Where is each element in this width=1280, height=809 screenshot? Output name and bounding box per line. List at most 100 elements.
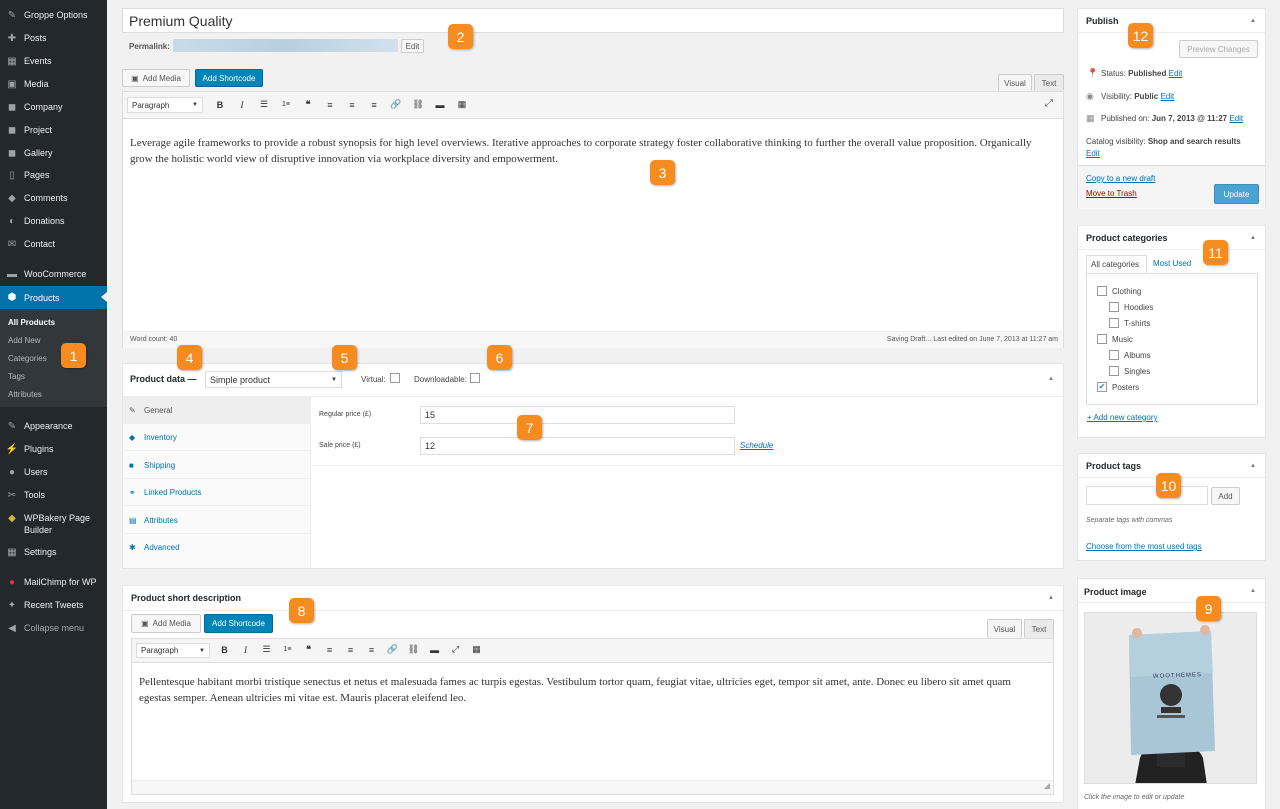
tab-text[interactable]: Text [1024, 619, 1054, 638]
bullet-list-icon[interactable]: ☰ [253, 99, 275, 110]
submenu-all-products[interactable]: All Products [8, 318, 55, 327]
add-shortcode-button[interactable]: Add Shortcode [195, 69, 263, 87]
italic-icon[interactable]: I [235, 645, 256, 655]
copy-draft-link[interactable]: Copy to a new draft [1086, 174, 1155, 183]
align-center-icon[interactable]: ≡ [340, 645, 361, 655]
menu-tools[interactable]: ✂ Tools [0, 484, 107, 506]
submenu-attributes[interactable]: Attributes [8, 390, 42, 399]
collapse-toggle-icon[interactable]: ▲ [1250, 235, 1256, 241]
menu-settings[interactable]: ▦ Settings [0, 541, 107, 563]
tab-visual[interactable]: Visual [998, 74, 1032, 91]
fullscreen-icon[interactable]: ⤢ [445, 644, 466, 655]
collapse-toggle-icon[interactable]: ▲ [1250, 18, 1256, 24]
menu-collapse[interactable]: ◀ Collapse menu [0, 617, 107, 639]
bold-icon[interactable]: B [209, 100, 231, 110]
menu-events[interactable]: ▦ Events [0, 50, 107, 72]
tab-visual[interactable]: Visual [987, 619, 1022, 638]
link-icon[interactable]: 🔗 [385, 99, 407, 110]
numbered-list-icon[interactable]: 1≡ [277, 646, 298, 653]
submenu-categories[interactable]: Categories [8, 354, 47, 363]
menu-pages[interactable]: ▯ Pages [0, 164, 107, 186]
clothing-checkbox[interactable] [1097, 286, 1107, 296]
add-media-button[interactable]: ▣ Add Media [131, 614, 201, 633]
bullet-list-icon[interactable]: ☰ [256, 644, 277, 655]
menu-contact[interactable]: ✉ Contact [0, 233, 107, 255]
music-checkbox[interactable] [1097, 334, 1107, 344]
regular-price-input[interactable]: 15 [420, 406, 735, 424]
add-shortcode-button[interactable]: Add Shortcode [204, 614, 273, 633]
toolbar-toggle-icon[interactable]: ▦ [466, 644, 487, 655]
content-text[interactable]: Leverage agile frameworks to provide a r… [130, 135, 1055, 167]
read-more-icon[interactable]: ▬ [424, 645, 445, 655]
schedule-link[interactable]: Schedule [740, 441, 773, 450]
align-left-icon[interactable]: ≡ [319, 645, 340, 655]
read-more-icon[interactable]: ▬ [429, 100, 451, 110]
albums-checkbox[interactable] [1109, 350, 1119, 360]
menu-mailchimp[interactable]: ● MailChimp for WP [0, 571, 107, 593]
tab-general[interactable]: ✎ General [123, 397, 311, 424]
menu-posts[interactable]: ✚ Posts [0, 27, 107, 49]
menu-wpbakery[interactable]: ◆ WPBakery Page Builder [0, 509, 107, 539]
move-to-trash-link[interactable]: Move to Trash [1086, 189, 1137, 198]
toolbar-toggle-icon[interactable]: ▦ [451, 99, 473, 110]
hoodies-checkbox[interactable] [1109, 302, 1119, 312]
submenu-tags[interactable]: Tags [8, 372, 25, 381]
add-new-category-link[interactable]: + Add new category [1087, 413, 1158, 422]
format-select[interactable]: Paragraph ▼ [127, 97, 203, 113]
tab-all-categories[interactable]: All categories [1086, 255, 1147, 274]
add-media-button[interactable]: ▣ Add Media [122, 69, 190, 87]
update-button[interactable]: Update [1214, 184, 1259, 204]
tab-most-used[interactable]: Most Used [1153, 259, 1191, 268]
blockquote-icon[interactable]: ❝ [298, 644, 319, 655]
collapse-toggle-icon[interactable]: ▲ [1250, 588, 1256, 594]
preview-changes-button[interactable]: Preview Changes [1179, 40, 1258, 58]
tshirts-checkbox[interactable] [1109, 318, 1119, 328]
menu-woocommerce[interactable]: ▬ WooCommerce [0, 263, 107, 285]
fullscreen-icon[interactable]: ⤢ [1045, 98, 1053, 109]
tab-text[interactable]: Text [1034, 74, 1064, 91]
tab-linked-products[interactable]: ⚭ Linked Products [123, 479, 311, 506]
published-edit-link[interactable]: Edit [1229, 114, 1243, 123]
unlink-icon[interactable]: ⛓ [403, 644, 424, 655]
menu-gallery[interactable]: ◼ Gallery [0, 142, 107, 164]
menu-appearance[interactable]: ✎ Appearance [0, 415, 107, 437]
permalink-url-blurred[interactable] [173, 39, 398, 52]
bold-icon[interactable]: B [214, 645, 235, 655]
resize-handle-icon[interactable]: ◢ [1044, 781, 1050, 790]
align-center-icon[interactable]: ≡ [341, 100, 363, 110]
choose-most-used-link[interactable]: Choose from the most used tags [1086, 542, 1202, 551]
numbered-list-icon[interactable]: 1≡ [275, 101, 297, 108]
menu-users[interactable]: ● Users [0, 461, 107, 483]
add-tag-button[interactable]: Add [1211, 487, 1240, 505]
permalink-edit-button[interactable]: Edit [401, 39, 424, 53]
tab-shipping[interactable]: ■ Shipping [123, 452, 311, 479]
status-edit-link[interactable]: Edit [1169, 69, 1183, 78]
tab-inventory[interactable]: ◆ Inventory [123, 424, 311, 451]
tab-advanced[interactable]: ✱ Advanced [123, 534, 311, 561]
title-input[interactable]: Premium Quality [122, 8, 1064, 33]
sale-price-input[interactable]: 12 [420, 437, 735, 455]
visibility-edit-link[interactable]: Edit [1160, 92, 1174, 101]
menu-media[interactable]: ▣ Media [0, 73, 107, 95]
menu-recent-tweets[interactable]: ✦ Recent Tweets [0, 594, 107, 616]
menu-company[interactable]: ◼ Company [0, 96, 107, 118]
align-right-icon[interactable]: ≡ [363, 100, 385, 110]
product-type-select[interactable]: Simple product ▼ [205, 371, 342, 388]
downloadable-checkbox[interactable] [470, 373, 480, 383]
tab-attributes[interactable]: ▤ Attributes [123, 507, 311, 534]
unlink-icon[interactable]: ⛓ [407, 99, 429, 110]
blockquote-icon[interactable]: ❝ [297, 99, 319, 110]
virtual-checkbox[interactable] [390, 373, 400, 383]
posters-checkbox[interactable]: ✔ [1097, 382, 1107, 392]
menu-groppe-options[interactable]: ✎ Groppe Options [0, 4, 107, 26]
link-icon[interactable]: 🔗 [382, 644, 403, 655]
align-left-icon[interactable]: ≡ [319, 100, 341, 110]
menu-donations[interactable]: ◐ Donations [0, 210, 107, 232]
submenu-add-new[interactable]: Add New [8, 336, 40, 345]
collapse-toggle-icon[interactable]: ▲ [1048, 376, 1054, 382]
align-right-icon[interactable]: ≡ [361, 645, 382, 655]
menu-plugins[interactable]: ⚡ Plugins [0, 438, 107, 460]
collapse-toggle-icon[interactable]: ▲ [1250, 463, 1256, 469]
menu-products[interactable]: ⬢ Products [0, 286, 107, 309]
menu-comments[interactable]: ◆ Comments [0, 187, 107, 209]
